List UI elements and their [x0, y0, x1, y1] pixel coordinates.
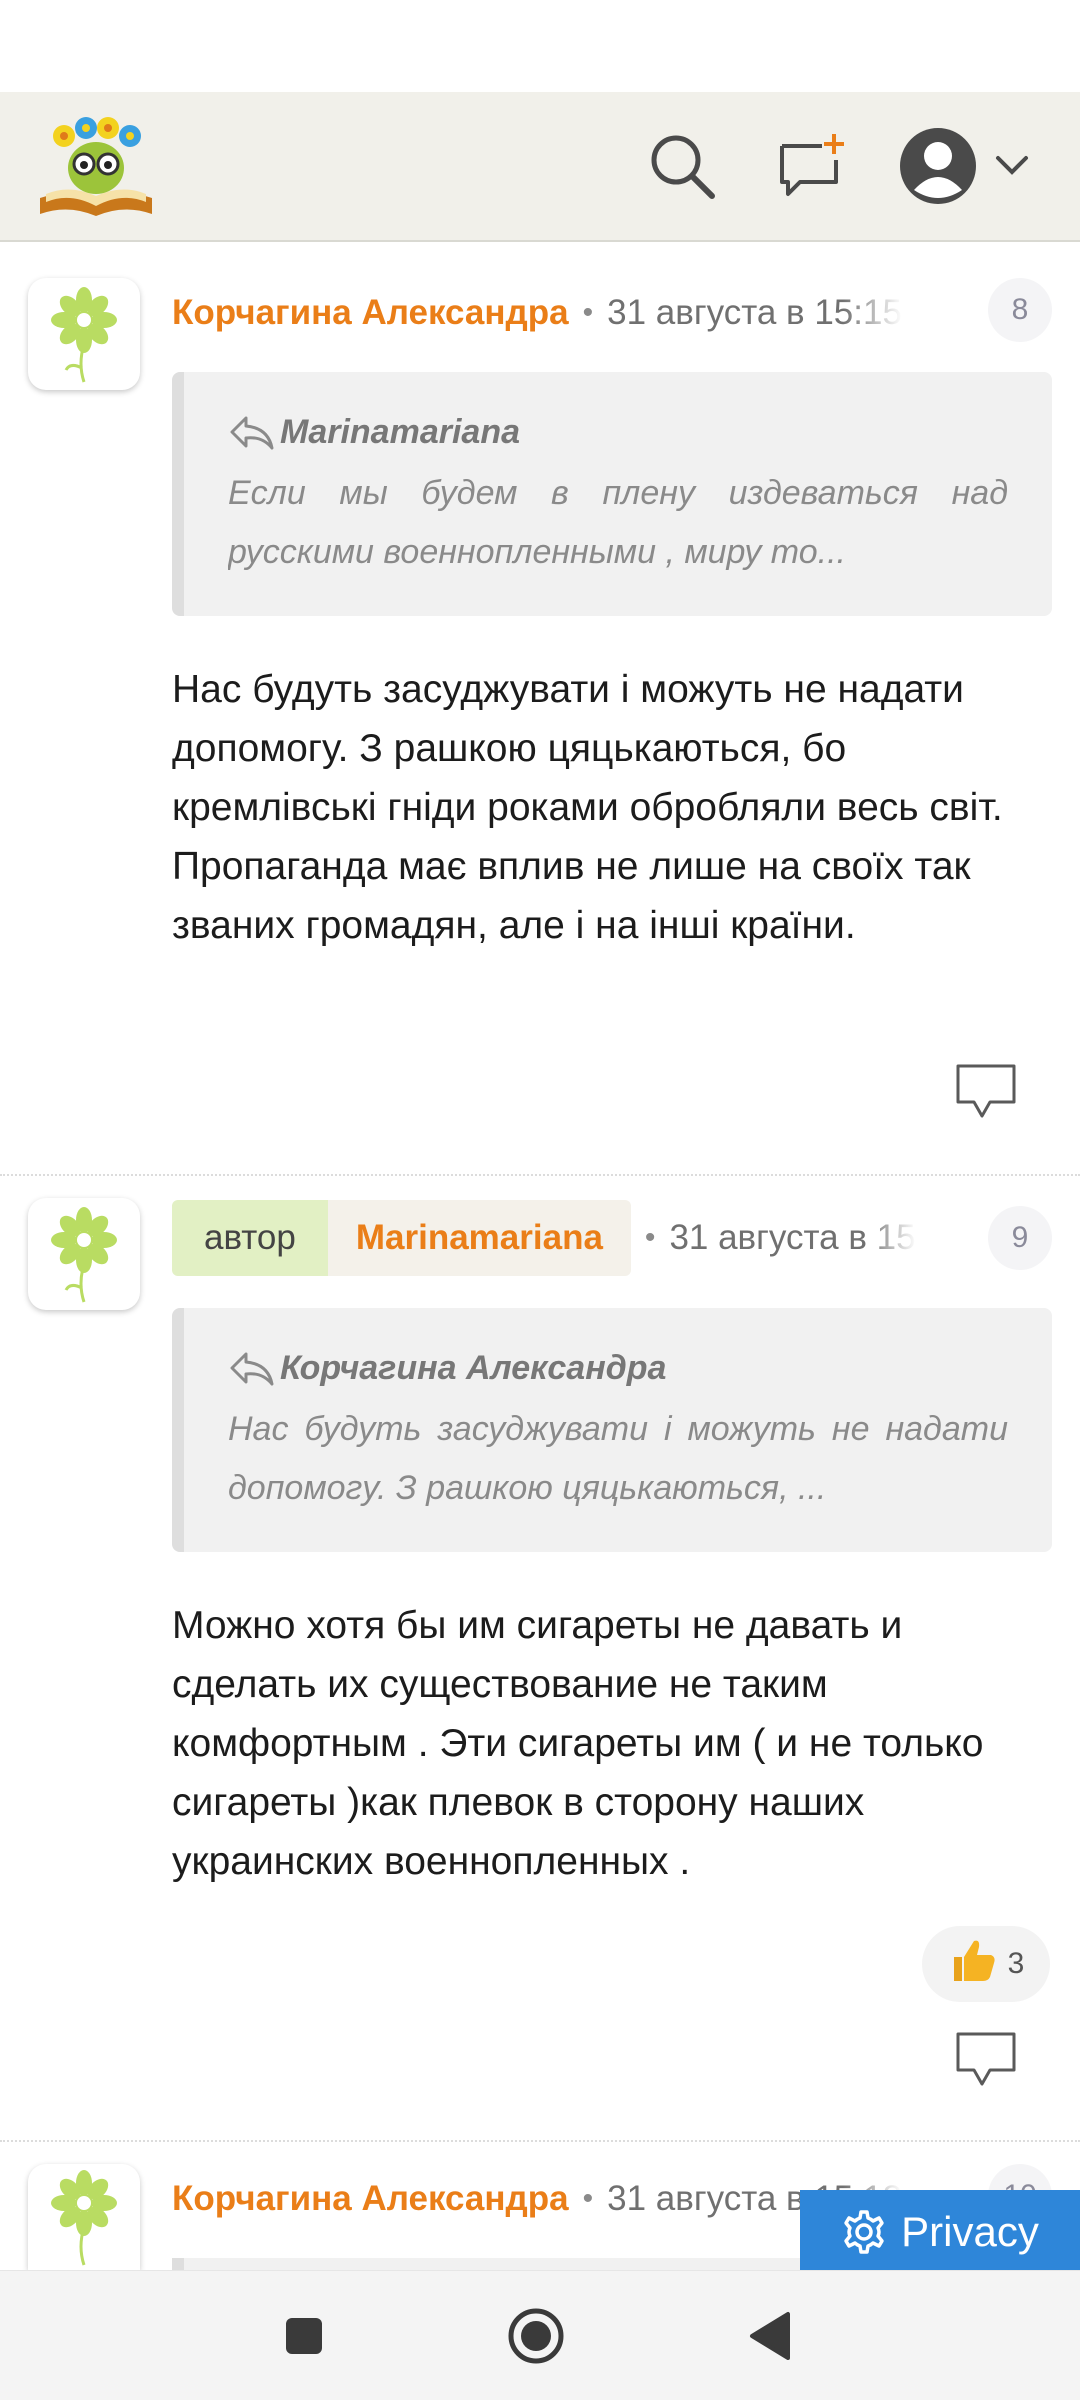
separator-dot: •: [582, 296, 594, 329]
separator-dot: •: [582, 2182, 594, 2215]
comment-divider: [0, 2140, 1080, 2142]
status-bar: [0, 0, 1080, 92]
quote-author: Корчагина Александра: [280, 1348, 667, 1387]
separator-dot: •: [644, 1221, 656, 1254]
author-role-label: автор: [172, 1200, 328, 1276]
quoted-reply[interactable]: Корчагина Александра Нас будуть засуджув…: [172, 1308, 1052, 1552]
avatar[interactable]: [28, 1198, 140, 1310]
comment-author[interactable]: Marinamariana: [327, 1200, 631, 1276]
reply-arrow-icon: [230, 1352, 274, 1386]
comment-number-badge: 9: [988, 1206, 1052, 1270]
bookworm-logo[interactable]: [34, 110, 158, 220]
quote-header: Корчагина Александра: [228, 1344, 1008, 1392]
reply-icon[interactable]: [954, 1062, 1018, 1122]
comment-body: Можно хотя бы им сигареты не давать и сд…: [172, 1604, 984, 1883]
back-button[interactable]: [730, 2301, 810, 2371]
like-count: 3: [1007, 1947, 1025, 1980]
quote-author: Marinamariana: [280, 412, 520, 451]
site-header: [0, 92, 1080, 242]
quote-header: Marinamariana: [228, 408, 1008, 456]
home-button[interactable]: [496, 2301, 576, 2371]
privacy-label: Privacy: [901, 2208, 1039, 2255]
comment-time[interactable]: 31 августа в 15:15: [607, 293, 902, 333]
comment-meta: Корчагина Александра • 31 августа в 15:1…: [172, 278, 1052, 348]
user-avatar-icon[interactable]: [898, 124, 1048, 208]
comment-number-badge: 8: [988, 278, 1052, 342]
gear-icon: [844, 2210, 884, 2254]
recent-apps-button[interactable]: [264, 2301, 344, 2371]
comment-divider: [0, 1174, 1080, 1176]
quoted-reply[interactable]: Marinamariana Если мы будем в плену изде…: [172, 372, 1052, 616]
comment-meta: автор Marinamariana • 31 августа в 15: [172, 1200, 1052, 1276]
reply-icon[interactable]: [954, 2030, 1018, 2090]
new-message-icon[interactable]: [770, 124, 854, 208]
comment-author[interactable]: Корчагина Александра: [172, 2179, 569, 2219]
system-nav-bar: [0, 2270, 1080, 2400]
avatar[interactable]: [28, 278, 140, 390]
comment-time[interactable]: 31 августа в 15: [669, 1218, 915, 1258]
privacy-button[interactable]: Privacy: [800, 2190, 1080, 2274]
avatar[interactable]: [28, 2164, 140, 2270]
reply-arrow-icon: [230, 416, 274, 450]
search-icon[interactable]: [640, 124, 724, 208]
like-button[interactable]: 3: [922, 1926, 1050, 2002]
comment-author[interactable]: Корчагина Александра: [172, 293, 569, 333]
quote-text: Если мы будем в плену издеваться над рус…: [228, 474, 1008, 571]
thumbs-up-icon: [948, 1935, 998, 1993]
quote-text: Нас будуть засуджувати і можуть не надат…: [228, 1410, 1008, 1507]
author-chip: автор Marinamariana: [172, 1200, 631, 1276]
comment-body: Нас будуть засуджувати і можуть не надат…: [172, 668, 1003, 947]
